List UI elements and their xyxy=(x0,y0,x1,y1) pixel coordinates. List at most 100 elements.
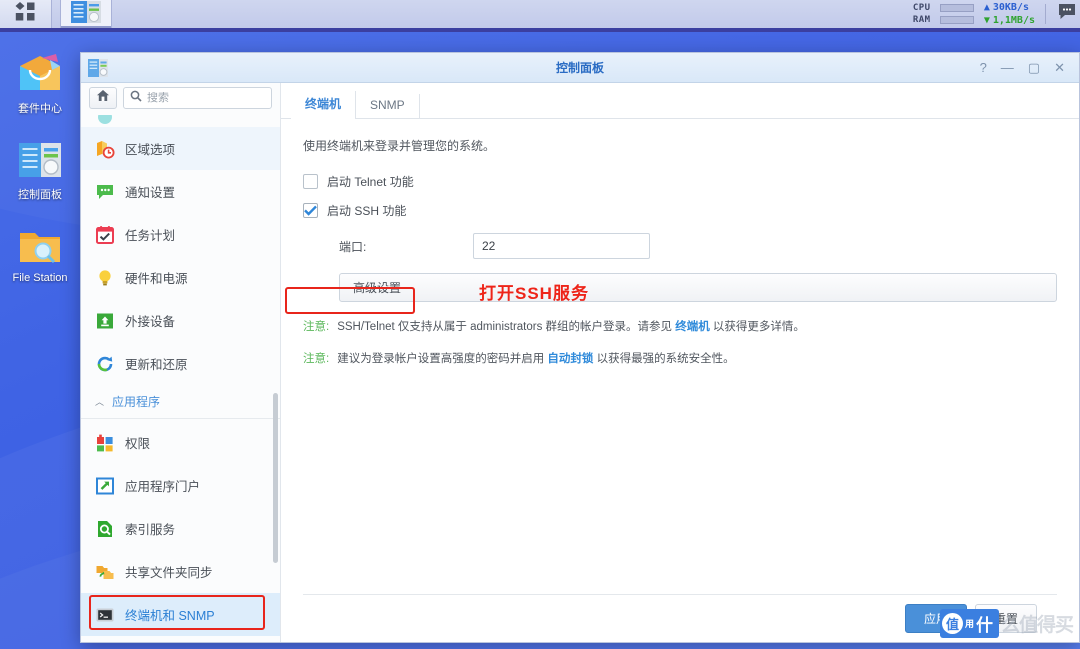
home-button[interactable] xyxy=(89,87,117,109)
desktop-icon-label: 套件中心 xyxy=(18,103,62,115)
resource-meters: CPU RAM xyxy=(913,3,974,25)
download-speed-value: 1,1MB/s xyxy=(992,15,1035,26)
ssh-checkbox-row[interactable]: 启动 SSH 功能 xyxy=(303,197,1057,223)
sidebar-item-update-restore[interactable]: 更新和还原 xyxy=(81,342,280,385)
taskbar-item-control-panel[interactable] xyxy=(60,0,112,28)
note-text-after: 以获得更多详情。 xyxy=(709,321,805,333)
indexing-service-icon xyxy=(95,519,115,539)
system-status-widget[interactable]: CPU RAM ▲ 30KB/s ▼ 1,1MB/s xyxy=(913,0,1054,28)
sidebar-item-label: 任务计划 xyxy=(125,229,176,243)
note-administrators: 注意: SSH/Telnet 仅支持从属于 administrators 群组的… xyxy=(303,318,1057,334)
note-text: 建议为登录帐户设置高强度的密码并启用 自动封锁 以获得最强的系统安全性。 xyxy=(337,350,734,366)
search-icon xyxy=(130,89,142,107)
search-box[interactable] xyxy=(123,87,272,109)
sidebar-item-external-devices[interactable]: 外接设备 xyxy=(81,299,280,342)
taskbar-spacer xyxy=(112,0,913,28)
sidebar-item-indexing-service[interactable]: 索引服务 xyxy=(81,507,280,550)
search-input[interactable] xyxy=(147,92,265,104)
sidebar-item-privileges[interactable]: 权限 xyxy=(81,421,280,464)
sidebar-item-label: 外接设备 xyxy=(125,315,176,329)
ssh-checkbox[interactable] xyxy=(303,202,318,218)
cpu-meter-row: CPU xyxy=(913,3,974,13)
privileges-icon xyxy=(95,433,115,453)
notification-bubble-icon xyxy=(95,182,115,202)
taskbar: CPU RAM ▲ 30KB/s ▼ 1,1MB/s xyxy=(0,0,1080,32)
cpu-label: CPU xyxy=(912,3,931,13)
note-text-after: 以获得最强的系统安全性。 xyxy=(593,353,735,365)
note-link-auto-block[interactable]: 自动封锁 xyxy=(547,353,593,365)
telnet-checkbox-row[interactable]: 启动 Telnet 功能 xyxy=(303,168,1057,194)
download-speed-row: ▼ 1,1MB/s xyxy=(984,15,1035,26)
sidebar-item-shared-folder-sync[interactable]: 共享文件夹同步 xyxy=(81,550,280,593)
sidebar-item-region-options[interactable]: 区域选项 xyxy=(81,127,280,170)
minimize-button[interactable]: — xyxy=(1001,61,1014,74)
update-restore-icon xyxy=(95,354,115,374)
check-icon xyxy=(304,205,317,216)
sidebar-item-label: 权限 xyxy=(125,437,151,451)
application-portal-icon xyxy=(95,476,115,496)
apply-button[interactable]: 应用 xyxy=(904,604,967,633)
tab-label: 终端机 xyxy=(305,97,342,111)
note-text-before: SSH/Telnet 仅支持从属于 administrators 群组的帐户登录… xyxy=(337,321,676,333)
help-button[interactable]: ? xyxy=(980,61,987,74)
tab-snmp[interactable]: SNMP xyxy=(356,94,420,118)
desktop-icon-label: File Station xyxy=(12,272,68,284)
pane-description: 使用终端机来登录并管理您的系统。 xyxy=(303,139,496,153)
tab-bar: 终端机 SNMP xyxy=(281,89,1079,119)
upload-arrow-icon: ▲ xyxy=(983,2,990,13)
control-panel-window: 控制面板 ? — ▢ ✕ 搜索 区域选项 通知设置 任务计划 硬件和电源 外接设… xyxy=(80,52,1080,643)
note-text: SSH/Telnet 仅支持从属于 administrators 群组的帐户登录… xyxy=(337,318,805,334)
note-tag: 注意: xyxy=(303,321,330,333)
window-titlebar[interactable]: 控制面板 ? — ▢ ✕ xyxy=(81,53,1079,83)
control-panel-icon xyxy=(16,138,64,182)
reset-button[interactable]: 重置 xyxy=(974,604,1037,633)
port-input[interactable] xyxy=(473,233,650,259)
advanced-settings-button[interactable]: 高级设置 xyxy=(339,273,1057,302)
note-link-terminal[interactable]: 终端机 xyxy=(675,321,710,333)
footer-button-bar: 应用 重置 xyxy=(303,594,1057,642)
note-text-before: 建议为登录帐户设置高强度的密码并启用 xyxy=(337,353,548,365)
sidebar-group-label: 应用程序 xyxy=(112,395,161,409)
hardware-power-bulb-icon xyxy=(95,268,115,288)
sidebar-item-hardware-power[interactable]: 硬件和电源 xyxy=(81,256,280,299)
upload-speed-value: 30KB/s xyxy=(992,2,1029,13)
ram-meter-row: RAM xyxy=(913,15,974,25)
maximize-button[interactable]: ▢ xyxy=(1028,61,1040,74)
external-devices-icon xyxy=(95,311,115,331)
sidebar-item-label: 索引服务 xyxy=(125,523,176,537)
sidebar-item-terminal-snmp[interactable]: 终端机和 SNMP xyxy=(81,593,280,636)
sidebar-item-task-scheduler[interactable]: 任务计划 xyxy=(81,213,280,256)
desktop-icon-file-station[interactable]: File Station xyxy=(0,224,80,284)
sidebar-item-application-portal[interactable]: 应用程序门户 xyxy=(81,464,280,507)
app-launcher-button[interactable] xyxy=(0,0,52,28)
partial-cut-item-icon xyxy=(95,115,115,127)
chat-bubble-icon xyxy=(1057,3,1077,25)
desktop-icon-control-panel[interactable]: 控制面板 xyxy=(0,138,80,202)
network-speeds: ▲ 30KB/s ▼ 1,1MB/s xyxy=(984,2,1035,26)
annotation-text-ssh: 打开SSH服务 xyxy=(479,284,589,303)
ram-meter-bar xyxy=(939,16,974,24)
content-area: 终端机 SNMP 使用终端机来登录并管理您的系统。 启动 Telnet 功能 启… xyxy=(281,83,1079,642)
sidebar-group-applications[interactable]: ︿ 应用程序 xyxy=(81,385,280,419)
desktop-icons: 套件中心 控制面板 File Station xyxy=(0,52,80,306)
file-station-icon xyxy=(16,224,64,268)
desktop-icon-package-center[interactable]: 套件中心 xyxy=(0,52,80,116)
chevron-up-icon: ︿ xyxy=(95,397,105,407)
close-button[interactable]: ✕ xyxy=(1054,61,1065,74)
sidebar-item-label: 区域选项 xyxy=(125,143,176,157)
sidebar-item-label: 终端机和 SNMP xyxy=(125,609,215,623)
note-tag: 注意: xyxy=(303,353,330,365)
note-password-security: 注意: 建议为登录帐户设置高强度的密码并启用 自动封锁 以获得最强的系统安全性。 xyxy=(303,350,1057,366)
sidebar-item-label: 通知设置 xyxy=(125,186,176,200)
tab-terminal[interactable]: 终端机 xyxy=(291,91,357,119)
sidebar-item-notification[interactable]: 通知设置 xyxy=(81,170,280,213)
terminal-settings-pane: 使用终端机来登录并管理您的系统。 启动 Telnet 功能 启动 SSH 功能 … xyxy=(281,119,1079,594)
telnet-checkbox[interactable] xyxy=(303,173,318,189)
port-row: 端口: xyxy=(339,233,1057,259)
sidebar: 区域选项 通知设置 xyxy=(81,83,281,642)
notification-button[interactable] xyxy=(1054,0,1080,28)
tab-label: SNMP xyxy=(370,98,405,112)
sidebar-item-label: 共享文件夹同步 xyxy=(125,566,213,580)
sidebar-scrollbar[interactable] xyxy=(273,393,278,563)
sidebar-item-partial[interactable] xyxy=(81,115,280,127)
